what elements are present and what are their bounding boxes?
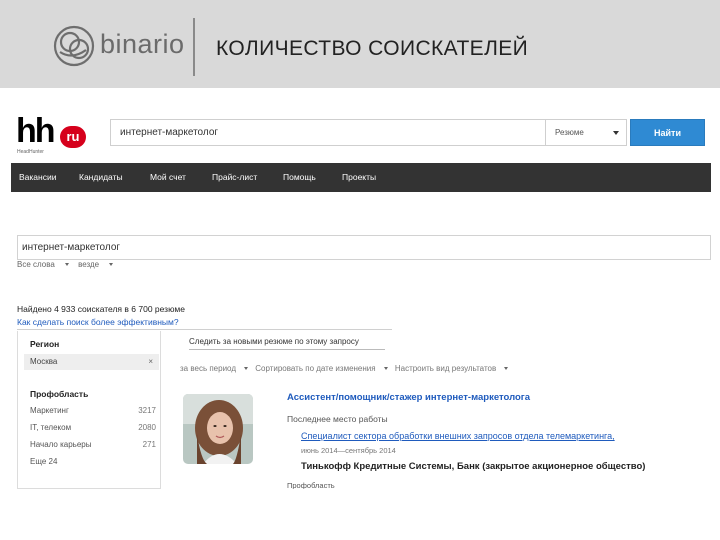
results-divider <box>17 329 392 330</box>
filter-words[interactable]: Все слова <box>17 260 69 269</box>
chevron-down-icon <box>243 367 248 371</box>
search-button[interactable]: Найти <box>630 119 705 146</box>
chevron-down-icon <box>504 367 509 371</box>
nav-item-help[interactable]: Помощь <box>283 163 316 192</box>
hh-logo-sub: HeadHunter <box>17 149 44 155</box>
chevron-down-icon <box>64 263 69 267</box>
prof-item-career-start[interactable]: Начало карьеры 271 <box>30 440 156 449</box>
last-job-dates: июнь 2014—сентябрь 2014 <box>301 446 396 455</box>
search-scope-label: Резюме <box>555 128 584 137</box>
main-nav: Вакансии Кандидаты Мой счет Прайс-лист П… <box>11 163 711 192</box>
follow-underline <box>189 349 385 350</box>
sort-select[interactable]: Сортировать по дате изменения <box>255 364 388 373</box>
sort-bar: за весь период Сортировать по дате измен… <box>180 364 513 373</box>
resume-prof-label: Профобласть <box>287 481 335 489</box>
nav-item-projects[interactable]: Проекты <box>342 163 376 192</box>
follow-query-link[interactable]: Следить за новыми резюме по этому запрос… <box>189 337 359 346</box>
hh-screenshot: hh ru HeadHunter интернет-маркетолог Рез… <box>11 109 711 489</box>
search-input[interactable]: интернет-маркетолог <box>110 119 546 146</box>
resume-title-link[interactable]: Ассистент/помощник/стажер интернет-марке… <box>287 392 530 403</box>
nav-item-candidates[interactable]: Кандидаты <box>79 163 123 192</box>
period-select[interactable]: за весь период <box>180 364 248 373</box>
search-tips-link[interactable]: Как сделать поиск более эффективным? <box>17 317 179 327</box>
last-job-position[interactable]: Специалист сектора обработки внешних зап… <box>301 431 615 441</box>
region-chip[interactable]: Москва × <box>24 354 159 370</box>
prof-item-count: 2080 <box>138 423 156 432</box>
close-icon[interactable]: × <box>148 354 153 370</box>
region-value: Москва <box>30 357 58 366</box>
search-scope-select[interactable]: Резюме <box>546 119 627 146</box>
nav-item-pricelist[interactable]: Прайс-лист <box>212 163 257 192</box>
found-count: Найдено 4 933 соискателя в 6 700 резюме <box>17 304 185 314</box>
query-input[interactable]: интернет-маркетолог <box>17 235 711 260</box>
chevron-down-icon <box>109 263 114 267</box>
hh-logo-letters: hh <box>16 112 56 150</box>
filter-sidebar: Регион Москва × Профобласть Маркетинг 32… <box>17 331 161 489</box>
chevron-down-icon <box>613 131 619 135</box>
header-divider <box>193 18 195 76</box>
slide-title: КОЛИЧЕСТВО СОИСКАТЕЛЕЙ <box>216 37 529 60</box>
hh-logo[interactable]: hh ru HeadHunter <box>16 112 86 155</box>
prof-item-marketing[interactable]: Маркетинг 3217 <box>30 406 156 415</box>
nav-item-vacancies[interactable]: Вакансии <box>19 163 56 192</box>
prof-title: Профобласть <box>30 389 89 399</box>
view-settings-select[interactable]: Настроить вид результатов <box>395 364 509 373</box>
last-job-company: Тинькофф Кредитные Системы, Банк (закрыт… <box>301 461 646 472</box>
prof-more-link[interactable]: Еще 24 <box>30 457 156 466</box>
filter-where[interactable]: везде <box>78 260 114 269</box>
slide-header: binario КОЛИЧЕСТВО СОИСКАТЕЛЕЙ <box>0 0 720 88</box>
prof-item-count: 271 <box>142 440 156 449</box>
hh-logo-badge: ru <box>60 126 86 148</box>
brand-name: binario <box>100 29 185 59</box>
query-filters: Все слова везде <box>17 260 120 269</box>
nav-item-account[interactable]: Мой счет <box>150 163 186 192</box>
last-job-label: Последнее место работы <box>287 414 388 424</box>
chevron-down-icon <box>383 367 388 371</box>
avatar[interactable] <box>183 394 253 464</box>
prof-item-count: 3217 <box>138 406 156 415</box>
prof-item-it[interactable]: IT, телеком 2080 <box>30 423 156 432</box>
region-title: Регион <box>30 339 60 349</box>
